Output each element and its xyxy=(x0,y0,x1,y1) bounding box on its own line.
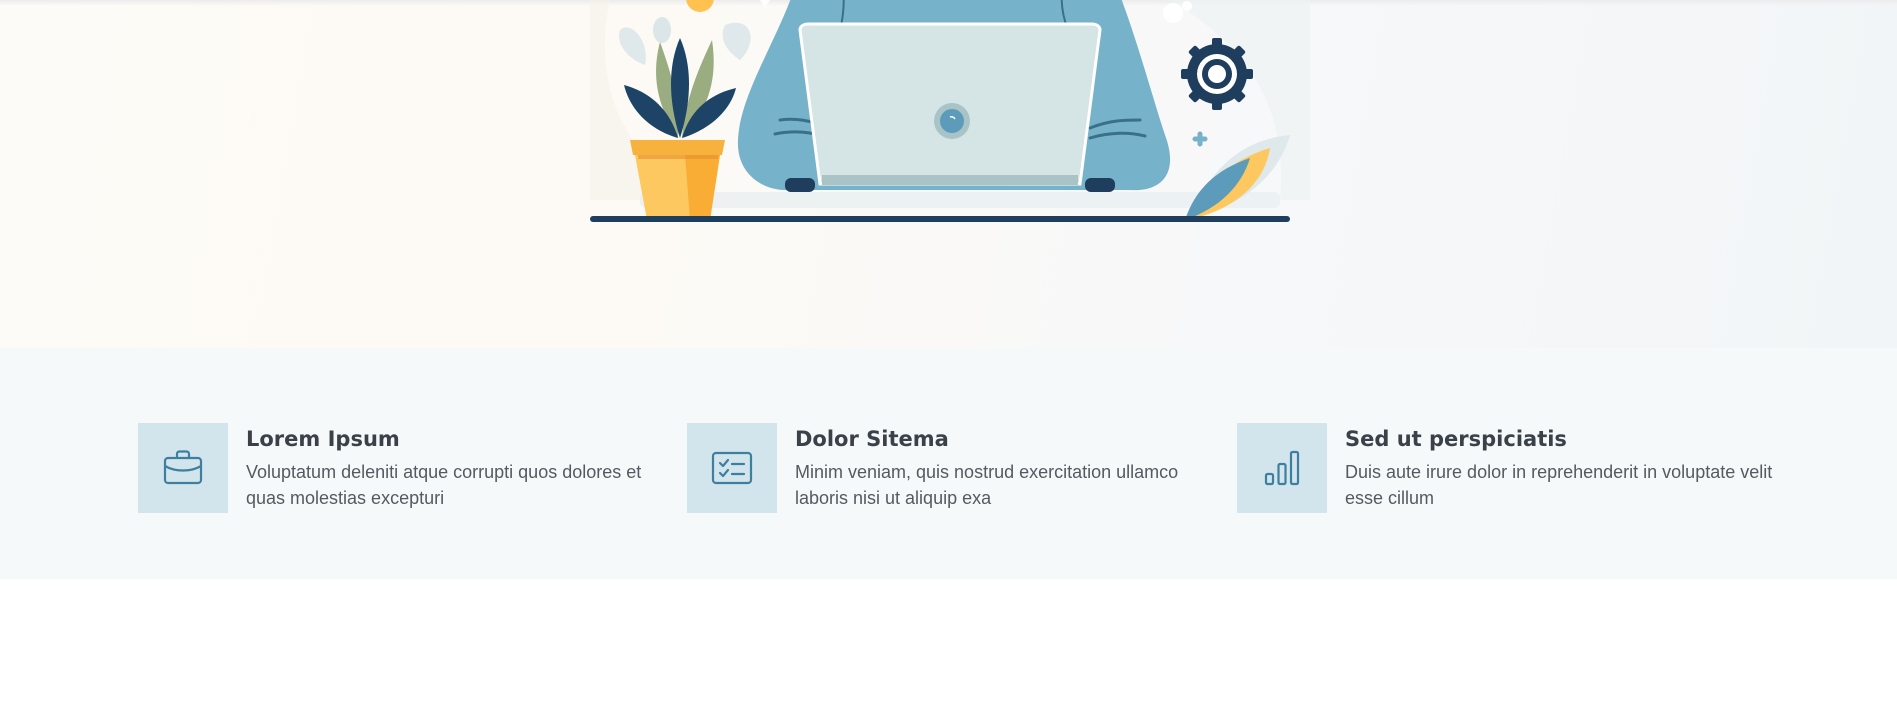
hero-illustration xyxy=(590,0,1310,222)
bar-chart-icon xyxy=(1264,450,1300,486)
feature-description: Voluptatum deleniti atque corrupti quos … xyxy=(246,462,642,508)
feature-title: Dolor Sitema xyxy=(795,427,949,451)
feature-title: Lorem Ipsum xyxy=(246,427,400,451)
gear-icon xyxy=(1181,38,1253,110)
feature-item-lorem-ipsum: Lorem Ipsum Voluptatum deleniti atque co… xyxy=(138,423,678,515)
briefcase-icon xyxy=(163,450,203,485)
desk-line xyxy=(590,216,1290,222)
features-section: Lorem Ipsum Voluptatum deleniti atque co… xyxy=(0,348,1897,579)
checklist-card-icon xyxy=(711,451,753,485)
sun-dot xyxy=(686,0,714,12)
feature-item-dolor-sitema: Dolor Sitema Minim veniam, quis nostrud … xyxy=(687,423,1227,515)
feature-title: Sed ut perspiciatis xyxy=(1345,427,1567,451)
feature-description: Minim veniam, quis nostrud exercitation … xyxy=(795,462,1179,508)
hero-section xyxy=(0,0,1897,348)
feature-icon-box xyxy=(687,423,777,513)
feature-item-sed-ut-perspiciatis: Sed ut perspiciatis Duis aute irure dolo… xyxy=(1237,423,1777,515)
feature-description: Duis aute irure dolor in reprehenderit i… xyxy=(1345,462,1773,508)
feature-icon-box xyxy=(138,423,228,513)
feature-icon-box xyxy=(1237,423,1327,513)
